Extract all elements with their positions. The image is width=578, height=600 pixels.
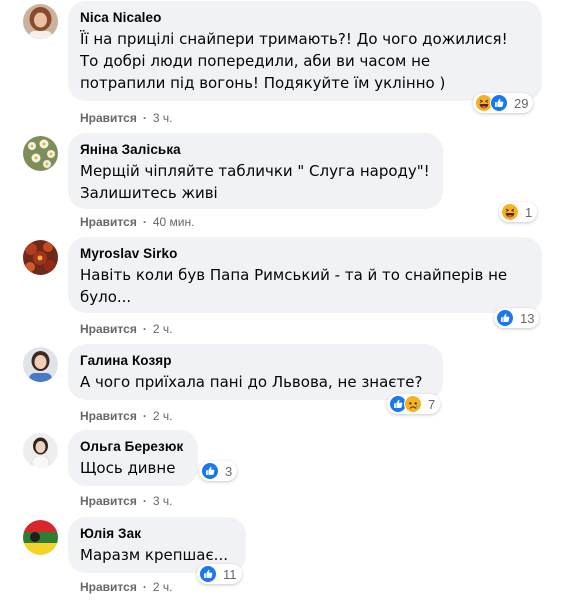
separator-dot: · — [142, 322, 147, 336]
comment-author[interactable]: Яніна Заліська — [80, 141, 431, 158]
comment-bubble: Галина Козяр А чого приїхала пані до Льв… — [68, 344, 443, 400]
comment-time[interactable]: 40 мин. — [153, 214, 195, 230]
avatar[interactable] — [23, 433, 58, 468]
reactions-summary[interactable]: 29 — [473, 93, 534, 113]
comment-bubble: Ольга Березюк Щось дивне — [68, 430, 198, 486]
like-icon — [490, 94, 508, 112]
comment-actions: Нравится · 2 ч. — [80, 579, 172, 595]
comment-actions: Нравится · 40 мин. — [80, 214, 194, 230]
like-button[interactable]: Нравится — [80, 579, 137, 595]
comment-author[interactable]: Nica Nicaleo — [80, 9, 530, 26]
comment-actions: Нравится · 2 ч. — [80, 321, 172, 337]
comment-time[interactable]: 3 ч. — [153, 493, 173, 509]
separator-dot: · — [142, 494, 147, 508]
avatar-photo — [23, 520, 58, 555]
comment-text: Щось дивне — [80, 457, 186, 479]
comment-time[interactable]: 3 ч. — [153, 110, 173, 126]
reactions-summary[interactable]: 11 — [197, 564, 242, 584]
avatar-photo — [23, 347, 58, 382]
comment-time[interactable]: 2 ч. — [153, 579, 173, 595]
comment-text: Мерщій чіпляйте таблички " Слуга народу"… — [80, 160, 431, 204]
reaction-count: 11 — [223, 566, 237, 582]
separator-dot: · — [142, 409, 147, 423]
like-button[interactable]: Нравится — [80, 321, 137, 337]
avatar[interactable] — [23, 136, 58, 171]
comment-text: Її на прицілі снайпери тримають?! До чог… — [80, 28, 530, 94]
avatar[interactable] — [23, 520, 58, 555]
comment-bubble: Myroslav Sirko Навіть коли був Папа Римс… — [68, 237, 542, 313]
comment-author[interactable]: Myroslav Sirko — [80, 245, 530, 262]
comment-line: Її на прицілі снайпери тримають?! До чог… — [80, 30, 508, 48]
avatar[interactable] — [23, 240, 58, 275]
like-button[interactable]: Нравится — [80, 214, 137, 230]
comment-actions: Нравится · 3 ч. — [80, 493, 172, 509]
separator-dot: · — [142, 215, 147, 229]
avatar-photo — [23, 433, 58, 468]
comment-bubble: Nica Nicaleo Її на прицілі снайпери трим… — [68, 1, 542, 101]
reactions-summary[interactable]: 7 — [387, 394, 441, 414]
reaction-count: 3 — [225, 463, 233, 479]
separator-dot: · — [142, 111, 147, 125]
comment-line: потрапили під вогонь! Подякуйте їм уклін… — [80, 74, 446, 92]
comment-time[interactable]: 2 ч. — [153, 408, 173, 424]
comment-line: Залишитесь живі — [80, 184, 218, 202]
avatar[interactable] — [23, 347, 58, 382]
avatar[interactable] — [23, 4, 58, 39]
comment-line: Щось дивне — [80, 459, 176, 477]
comment-line: Мерщій чіпляйте таблички " Слуга народу"… — [80, 162, 430, 180]
separator-dot: · — [142, 580, 147, 594]
reaction-count: 29 — [514, 95, 529, 111]
comment-author[interactable]: Галина Козяр — [80, 352, 431, 369]
haha-icon — [501, 203, 519, 221]
like-icon — [199, 565, 217, 583]
comment-line: А чого приїхала пані до Львова, не знаєт… — [80, 373, 423, 391]
comment-line: було... — [80, 288, 132, 306]
comment-actions: Нравится · 2 ч. — [80, 408, 172, 424]
reaction-count: 7 — [428, 396, 436, 412]
comment-actions: Нравится · 3 ч. — [80, 110, 172, 126]
comment-line: Маразм крепшає... — [80, 546, 228, 564]
like-icon — [496, 309, 514, 327]
like-button[interactable]: Нравится — [80, 493, 137, 509]
comment-bubble: Яніна Заліська Мерщій чіпляйте таблички … — [68, 133, 443, 209]
avatar-photo — [23, 136, 58, 171]
like-button[interactable]: Нравится — [80, 110, 137, 126]
reaction-count: 1 — [525, 204, 533, 220]
avatar-photo — [23, 4, 58, 39]
reactions-summary[interactable]: 1 — [499, 202, 538, 222]
avatar-photo — [23, 240, 58, 275]
comment-text: Навіть коли був Папа Римський - та й то … — [80, 264, 530, 308]
reactions-summary[interactable]: 13 — [494, 308, 540, 328]
comment-text: А чого приїхала пані до Львова, не знаєт… — [80, 371, 431, 393]
sad-icon — [404, 395, 422, 413]
comment-time[interactable]: 2 ч. — [153, 321, 173, 337]
reactions-summary[interactable]: 3 — [199, 461, 238, 481]
comment-author[interactable]: Юлія Зак — [80, 525, 234, 542]
like-icon — [201, 462, 219, 480]
comment-line: Навіть коли був Папа Римський - та й то … — [80, 266, 508, 284]
comment-line: То добрі люди попередили, аби ви часом н… — [80, 52, 431, 70]
comment-author[interactable]: Ольга Березюк — [80, 438, 186, 455]
reaction-count: 13 — [520, 310, 535, 326]
like-button[interactable]: Нравится — [80, 408, 137, 424]
comment-text: Маразм крепшає... — [80, 544, 234, 566]
